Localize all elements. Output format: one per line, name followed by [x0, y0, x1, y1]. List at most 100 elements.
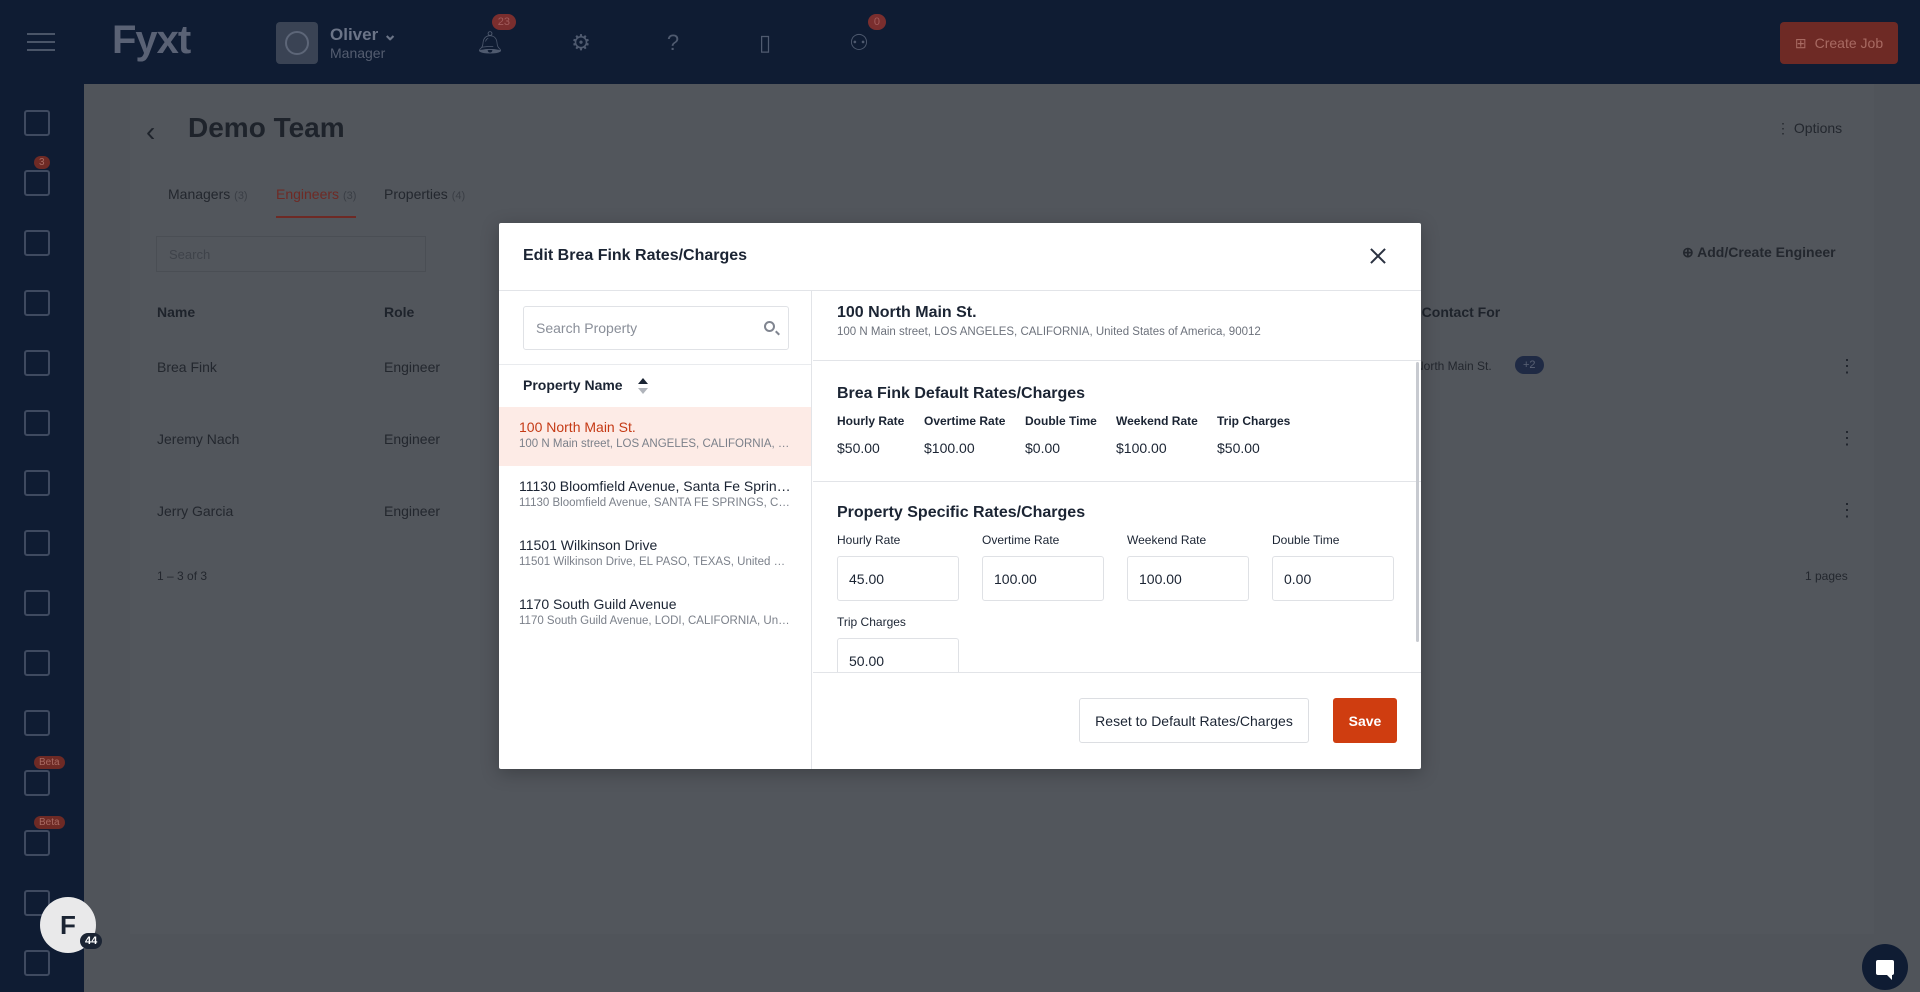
specific-rates-title: Property Specific Rates/Charges: [837, 504, 1086, 521]
default-rate-label: Trip Charges: [1217, 414, 1291, 428]
back-arrow-icon[interactable]: ‹: [146, 116, 155, 148]
contacts-icon[interactable]: [24, 410, 50, 436]
notification-badge: 23: [491, 14, 516, 30]
sidebar: 3 Beta Beta: [0, 84, 84, 992]
chevron-down-icon: ⌄: [382, 25, 398, 44]
default-rate-value: $50.00: [1217, 440, 1260, 456]
default-rate-value: $100.00: [924, 440, 975, 456]
row-actions-icon[interactable]: ⋮: [1838, 356, 1856, 377]
assistant-badge: 44: [80, 933, 103, 949]
chat-icon: [1876, 959, 1894, 980]
row-actions-icon[interactable]: ⋮: [1838, 500, 1856, 521]
robot-badge: 0: [867, 14, 886, 30]
property-list-item[interactable]: 11130 Bloomfield Avenue, Santa Fe Spring…: [499, 466, 811, 525]
pagination-range: 1 – 3 of 3: [157, 569, 208, 583]
page-title: Demo Team: [188, 112, 345, 143]
tab-engineers[interactable]: Engineers (3): [276, 186, 357, 218]
shield-icon[interactable]: [24, 710, 50, 736]
create-job-button[interactable]: ⊞ Create Job: [1780, 22, 1898, 64]
rates-panel: 100 North Main St. 100 N Main street, LO…: [813, 291, 1421, 769]
hourly-rate-input[interactable]: [837, 556, 959, 601]
menu-icon[interactable]: [27, 33, 55, 53]
user-settings-icon[interactable]: ⚙: [568, 30, 594, 56]
trip-charges-label: Trip Charges: [837, 615, 906, 629]
hourly-rate-label: Hourly Rate: [837, 533, 901, 547]
checklist-icon[interactable]: [24, 590, 50, 616]
beta-badge: Beta: [34, 816, 65, 829]
user-menu[interactable]: Oliver ⌄ Manager: [276, 22, 397, 64]
modal-header: Edit Brea Fink Rates/Charges: [499, 223, 1421, 291]
properties-icon[interactable]: [24, 230, 50, 256]
tab-managers[interactable]: Managers (3): [168, 186, 248, 202]
row-name[interactable]: Brea Fink: [157, 359, 217, 375]
reset-defaults-button[interactable]: Reset to Default Rates/Charges: [1079, 698, 1309, 743]
top-bar: Fyxt Oliver ⌄ Manager 🔔︎ 23 ⚙ ? ▯ ⚇ 0 ⊞ Cre…: [0, 0, 1920, 84]
property-list-panel: Property Name 100 North Main St. 100 N M…: [499, 291, 812, 769]
tab-properties[interactable]: Properties (4): [384, 186, 465, 202]
weekend-rate-label: Weekend Rate: [1127, 533, 1207, 547]
more-properties-badge[interactable]: +2: [1515, 356, 1544, 374]
property-list-item[interactable]: 11501 Wilkinson Drive 11501 Wilkinson Dr…: [499, 525, 811, 584]
schedule-icon[interactable]: [24, 650, 50, 676]
weekend-rate-input[interactable]: [1127, 556, 1249, 601]
chat-button[interactable]: [1862, 944, 1908, 990]
column-header-role[interactable]: Role: [384, 304, 414, 320]
property-list-item[interactable]: 1170 South Guild Avenue 1170 South Guild…: [499, 584, 811, 643]
selected-property-address: 100 N Main street, LOS ANGELES, CALIFORN…: [837, 326, 1261, 338]
inbox-badge: 3: [34, 156, 50, 169]
double-time-label: Double Time: [1272, 533, 1340, 547]
avatar: [276, 22, 318, 64]
row-actions-icon[interactable]: ⋮: [1838, 428, 1856, 449]
property-name-sort-header[interactable]: Property Name: [499, 364, 811, 407]
default-rate-value: $0.00: [1025, 440, 1061, 456]
documents-icon[interactable]: [24, 290, 50, 316]
row-name[interactable]: Jeremy Nach: [157, 431, 239, 447]
inbox-icon[interactable]: [24, 170, 50, 196]
row-role: Engineer: [384, 359, 441, 375]
scrollbar[interactable]: [1416, 362, 1419, 642]
property-search-input[interactable]: [523, 306, 789, 350]
tools-icon[interactable]: [24, 470, 50, 496]
row-role: Engineer: [384, 431, 441, 447]
door-icon[interactable]: ▯: [752, 30, 778, 56]
robot-icon[interactable]: ⚇ 0: [846, 14, 886, 56]
bell-icon[interactable]: 🔔︎ 23: [476, 14, 516, 56]
user-role: Manager: [330, 45, 386, 61]
dashboard-icon[interactable]: [24, 110, 50, 136]
column-header-name[interactable]: Name: [157, 304, 195, 320]
overtime-rate-input[interactable]: [982, 556, 1104, 601]
app-logo[interactable]: Fyxt: [112, 18, 191, 63]
column-header-contact[interactable]: y Contact For: [1410, 304, 1500, 320]
reports-icon[interactable]: [24, 770, 50, 796]
selected-property-header: 100 North Main St. 100 N Main street, LO…: [813, 291, 1421, 361]
help-icon[interactable]: ?: [660, 30, 686, 56]
default-rate-label: Double Time: [1025, 414, 1097, 428]
row-contact: North Main St.: [1415, 359, 1492, 373]
beta-badge: Beta: [34, 756, 65, 769]
close-icon[interactable]: [1363, 241, 1393, 271]
default-rate-label: Weekend Rate: [1116, 414, 1198, 428]
fyxt-logo-icon: F: [60, 909, 76, 940]
pagination-pages: 1 pages: [1805, 569, 1848, 583]
row-name[interactable]: Jerry Garcia: [157, 503, 233, 519]
rates-scroll-area[interactable]: Brea Fink Default Rates/Charges Hourly R…: [813, 362, 1421, 672]
default-rate-value: $50.00: [837, 440, 880, 456]
property-list-item[interactable]: 100 North Main St. 100 N Main street, LO…: [499, 407, 811, 466]
tenants-icon[interactable]: [24, 350, 50, 376]
options-menu[interactable]: ⋮ Options: [1776, 120, 1842, 137]
edit-rates-modal: Edit Brea Fink Rates/Charges Property Na…: [499, 223, 1421, 769]
save-button[interactable]: Save: [1333, 698, 1397, 743]
default-rate-value: $100.00: [1116, 440, 1167, 456]
add-engineer-button[interactable]: ⊕ Add/Create Engineer: [1682, 244, 1836, 261]
trip-charges-input[interactable]: [837, 638, 959, 672]
selected-property-name: 100 North Main St.: [837, 304, 977, 321]
jobs-icon[interactable]: [24, 530, 50, 556]
default-rate-label: Hourly Rate: [837, 414, 905, 428]
search-icon: [764, 321, 775, 332]
billing-icon[interactable]: [24, 950, 50, 976]
analytics-icon[interactable]: [24, 830, 50, 856]
team-search-input[interactable]: Search: [156, 236, 426, 272]
double-time-input[interactable]: [1272, 556, 1394, 601]
sort-icon[interactable]: [638, 378, 649, 395]
user-name: Oliver ⌄: [330, 25, 398, 44]
